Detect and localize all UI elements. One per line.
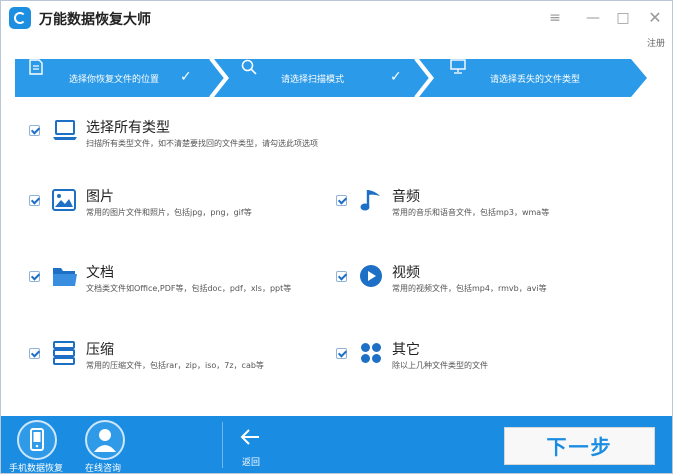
image-icon [52,189,76,215]
option-video-title: 视频 [392,265,420,281]
phone-recovery-label[interactable]: 手机数据恢复 [9,461,63,474]
play-icon [359,264,383,292]
step-3: 请选择丢失的文件类型 [450,59,580,97]
back-arrow-icon[interactable] [239,426,261,448]
title-bar: 万能数据恢复大师 ≡ — □ ✕ [1,1,672,35]
music-note-icon [360,187,382,217]
checkbox-other[interactable] [336,348,347,359]
step-2: 请选择扫描模式 [241,59,344,97]
monitor-icon [450,59,468,87]
check-icon: ✓ [180,69,192,85]
option-documents-desc: 文档类文件如Office,PDF等，包括doc，pdf，xls，ppt等 [86,284,292,293]
app-title: 万能数据恢复大师 [39,12,151,28]
step-3-label: 请选择丢失的文件类型 [490,74,581,85]
phone-recovery-button[interactable] [17,420,57,460]
step-1: 选择你恢复文件的位置 [29,59,159,97]
document-icon [29,59,47,87]
step-1-label: 选择你恢复文件的位置 [69,74,160,85]
next-step-button[interactable]: 下一步 [504,427,655,465]
checkbox-audio[interactable] [336,195,347,206]
user-icon [94,429,116,452]
option-all-types-title: 选择所有类型 [86,120,170,136]
bottom-divider [222,422,223,468]
option-archive-desc: 常用的压缩文件，包括rar，zip，iso，7z，cab等 [86,361,264,370]
online-consult-label[interactable]: 在线咨询 [85,461,121,474]
grid-dots-icon [360,342,382,368]
phone-icon [30,428,44,451]
option-archive-title: 压缩 [86,342,114,358]
steps-progress-bar: 选择你恢复文件的位置 ✓ 请选择扫描模式 ✓ 请选择丢失的文件类型 [15,59,647,97]
search-icon [241,59,259,87]
option-images-desc: 常用的图片文件和照片，包括jpg，png，gif等 [86,208,252,217]
checkbox-video[interactable] [336,271,347,282]
app-logo-icon [9,7,31,29]
checkbox-documents[interactable] [29,271,40,282]
option-all-types-desc: 扫描所有类型文件，如不清楚要找回的文件类型，请勾选此项选项 [86,139,318,148]
option-images-title: 图片 [86,189,114,205]
register-link[interactable]: 注册 [647,36,665,49]
minimize-button[interactable]: — [584,9,602,27]
app-window: 万能数据恢复大师 ≡ — □ ✕ 注册 选择你恢复文件的位置 ✓ 请选择扫描模式 [0,0,673,474]
bottom-bar: 手机数据恢复 在线咨询 返回 下一步 [1,416,672,474]
option-documents-title: 文档 [86,265,114,281]
option-audio-title: 音频 [392,189,420,205]
option-other-desc: 除以上几种文件类型的文件 [392,361,488,370]
maximize-button[interactable]: □ [614,9,632,27]
option-other-title: 其它 [392,342,420,358]
online-consult-button[interactable] [85,420,125,460]
back-label[interactable]: 返回 [242,455,260,468]
check-icon: ✓ [390,69,402,85]
option-audio-desc: 常用的音乐和语音文件，包括mp3，wma等 [392,208,550,217]
menu-button[interactable]: ≡ [546,9,564,27]
checkbox-all-types[interactable] [29,125,40,136]
step-2-label: 请选择扫描模式 [281,74,345,85]
option-video-desc: 常用的视频文件，包括mp4，rmvb，avi等 [392,284,547,293]
folder-icon [52,265,78,291]
archive-icon [53,341,75,369]
laptop-icon [52,119,78,147]
checkbox-images[interactable] [29,195,40,206]
checkbox-archive[interactable] [29,348,40,359]
close-button[interactable]: ✕ [646,9,664,27]
